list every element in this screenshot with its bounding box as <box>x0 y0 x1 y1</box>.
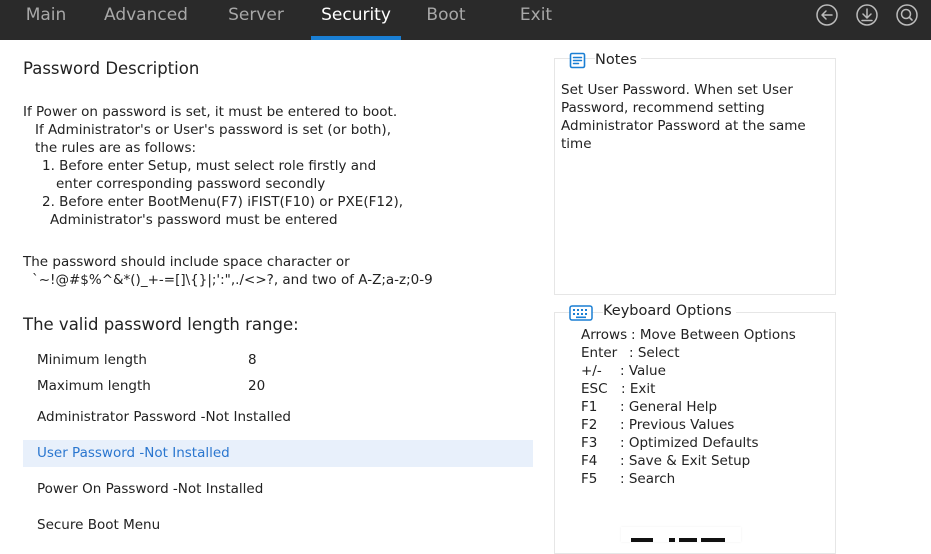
max-length-label: Maximum length <box>37 378 151 394</box>
tab-boot[interactable]: Boot <box>418 0 474 40</box>
min-length-value: 8 <box>248 352 257 368</box>
tab-advanced[interactable]: Advanced <box>100 0 192 40</box>
length-range-title: The valid password length range: <box>23 315 299 334</box>
key-f1-desc: : General Help <box>620 399 718 415</box>
desc-line: 1. Before enter Setup, must select role … <box>42 158 377 174</box>
notes-icon <box>569 52 586 69</box>
password-description-title: Password Description <box>23 59 200 78</box>
key-plus-minus-desc: : Value <box>620 363 666 379</box>
notes-title: Notes <box>595 52 641 68</box>
key-f5: F5 <box>581 471 598 487</box>
desc-line: enter corresponding password secondly <box>56 176 326 192</box>
desc-line: If Power on password is set, it must be … <box>23 104 398 120</box>
secure-boot-menu-item[interactable]: Secure Boot Menu <box>37 517 160 533</box>
desc-line: If Administrator's or User's password is… <box>35 122 391 138</box>
key-f1: F1 <box>581 399 598 415</box>
key-arrows: Arrows <box>581 327 628 343</box>
min-length-label: Minimum length <box>37 352 147 368</box>
desc-line: Administrator's password must be entered <box>50 212 338 228</box>
key-plus-minus: +/- <box>581 363 602 379</box>
key-enter: Enter <box>581 345 618 361</box>
desc-line: the rules are as follows: <box>35 140 197 156</box>
tab-main[interactable]: Main <box>16 0 76 40</box>
notes-line: time <box>561 136 592 152</box>
qr-code-image <box>621 527 741 542</box>
max-length-value: 20 <box>248 378 266 394</box>
tab-server[interactable]: Server <box>221 0 291 40</box>
top-menu-bar: Main Advanced Server Security Boot Exit <box>0 0 931 40</box>
key-f5-desc: : Search <box>620 471 676 487</box>
back-circle-icon[interactable] <box>816 4 838 26</box>
charset-line: The password should include space charac… <box>23 254 350 270</box>
search-circle-icon[interactable] <box>896 4 918 26</box>
keyboard-icon <box>569 305 593 321</box>
desc-line: 2. Before enter BootMenu(F7) iFIST(F10) … <box>42 194 404 210</box>
key-enter-desc: : Select <box>629 345 680 361</box>
charset-line: `~!@#$%^&*()_+-=[]\{}|;':",./<>?, and tw… <box>32 272 433 288</box>
user-password-item[interactable]: User Password -Not Installed <box>37 445 230 461</box>
key-f3-desc: : Optimized Defaults <box>620 435 759 451</box>
key-arrows-desc: : Move Between Options <box>631 327 796 343</box>
key-f2: F2 <box>581 417 598 433</box>
administrator-password-item[interactable]: Administrator Password -Not Installed <box>37 409 291 425</box>
active-tab-indicator <box>311 36 401 40</box>
key-f2-desc: : Previous Values <box>620 417 735 433</box>
tab-security[interactable]: Security <box>311 0 401 40</box>
keyboard-options-title: Keyboard Options <box>603 303 736 319</box>
notes-line: Set User Password. When set User <box>561 82 793 98</box>
download-circle-icon[interactable] <box>856 4 878 26</box>
key-esc: ESC <box>581 381 608 397</box>
tab-exit[interactable]: Exit <box>511 0 561 40</box>
notes-line: Password, recommend setting <box>561 100 765 116</box>
power-on-password-item[interactable]: Power On Password -Not Installed <box>37 481 263 497</box>
notes-line: Administrator Password at the same <box>561 118 806 134</box>
key-esc-desc: : Exit <box>621 381 656 397</box>
key-f4: F4 <box>581 453 598 469</box>
key-f3: F3 <box>581 435 598 451</box>
key-f4-desc: : Save & Exit Setup <box>620 453 751 469</box>
